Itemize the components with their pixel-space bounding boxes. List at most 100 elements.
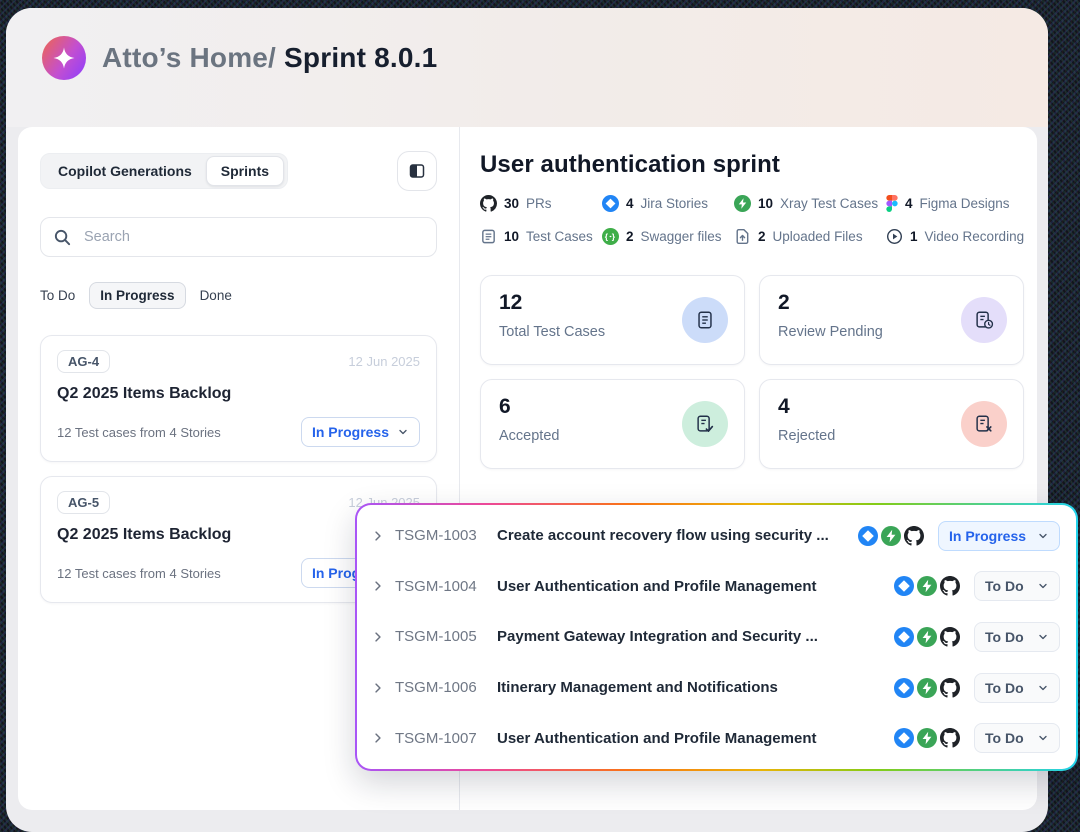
story-status-dropdown[interactable]: To Do [974, 622, 1060, 652]
stat-swagger-files: {} 2Swagger files [602, 228, 734, 245]
stat-prs: 30 PRs [480, 195, 602, 212]
xray-icon [917, 678, 937, 698]
chevron-down-icon [1037, 530, 1049, 542]
card-subtitle: 12 Test cases from 4 Stories [57, 425, 221, 440]
document-x-icon [961, 401, 1007, 447]
stat-count: 2 [758, 229, 766, 244]
story-key: TSGM-1006 [395, 679, 483, 696]
story-row-tsgm-1007[interactable]: TSGM-1007 User Authentication and Profil… [357, 714, 1076, 762]
chevron-down-icon [397, 426, 409, 438]
tab-sprints[interactable]: Sprints [206, 156, 284, 186]
story-status-dropdown[interactable]: To Do [974, 673, 1060, 703]
chevron-right-icon[interactable] [371, 529, 385, 543]
xray-icon [734, 195, 751, 212]
stat-count: 10 [504, 229, 519, 244]
chevron-down-icon [1037, 682, 1049, 694]
card-status-dropdown[interactable]: In Progress [301, 417, 420, 447]
review-pending-card: 2 Review Pending [759, 275, 1024, 365]
card-key-badge: AG-4 [57, 350, 110, 373]
story-title: Payment Gateway Integration and Security… [497, 628, 884, 645]
card-status-label: In Progress [312, 424, 389, 440]
story-source-icons [894, 728, 960, 748]
filter-in-progress[interactable]: In Progress [89, 282, 185, 309]
chevron-down-icon [1037, 631, 1049, 643]
accepted-card: 6 Accepted [480, 379, 745, 469]
sidebar-panel-icon [408, 162, 426, 180]
tab-copilot-generations[interactable]: Copilot Generations [44, 157, 206, 185]
sprint-card-ag-4[interactable]: AG-4 12 Jun 2025 Q2 2025 Items Backlog 1… [40, 335, 437, 462]
card-date: 12 Jun 2025 [348, 354, 420, 369]
stat-count: 10 [758, 196, 773, 211]
stat-xray-test-cases: 10Xray Test Cases [734, 195, 886, 212]
story-list-popover: TSGM-1003 Create account recovery flow u… [355, 503, 1078, 771]
stat-count: 1 [910, 229, 918, 244]
story-key: TSGM-1003 [395, 527, 483, 544]
stat-count: 4 [626, 196, 634, 211]
story-source-icons [894, 627, 960, 647]
jira-icon [894, 576, 914, 596]
swagger-icon: {} [602, 228, 619, 245]
stat-figma-designs: 4 Figma Designs [886, 195, 1024, 212]
chevron-right-icon[interactable] [371, 630, 385, 644]
xray-icon [917, 728, 937, 748]
stat-label: Video Recording [925, 229, 1025, 244]
story-title: User Authentication and Profile Manageme… [497, 730, 884, 747]
stat-label: PRs [526, 196, 552, 211]
github-icon [940, 576, 960, 596]
chevron-right-icon[interactable] [371, 731, 385, 745]
story-row-tsgm-1006[interactable]: TSGM-1006 Itinerary Management and Notif… [357, 664, 1076, 712]
stat-test-cases: 10Test Cases [480, 228, 602, 245]
uploaded-files-icon [734, 228, 751, 245]
status-filters: To Do In Progress Done [40, 281, 437, 309]
story-status-dropdown[interactable]: To Do [974, 571, 1060, 601]
jira-icon [602, 195, 619, 212]
atto-logo [42, 36, 86, 80]
collapse-sidebar-button[interactable] [397, 151, 437, 191]
story-row-tsgm-1003[interactable]: TSGM-1003 Create account recovery flow u… [357, 512, 1076, 560]
story-status-label: To Do [985, 680, 1024, 696]
search-icon [53, 228, 72, 247]
search-box [40, 217, 437, 257]
jira-icon [858, 526, 878, 546]
story-status-dropdown[interactable]: In Progress [938, 521, 1060, 551]
stat-video-recording: 1 Video Recording [886, 228, 1024, 245]
story-status-label: In Progress [949, 528, 1026, 544]
card-subtitle: 12 Test cases from 4 Stories [57, 566, 221, 581]
story-source-icons [894, 678, 960, 698]
stat-count: 4 [905, 196, 913, 211]
xray-icon [881, 526, 901, 546]
chevron-down-icon [1037, 580, 1049, 592]
page-title: Atto’s Home/Sprint 8.0.1 [102, 42, 437, 74]
story-source-icons [858, 526, 924, 546]
github-icon [940, 678, 960, 698]
story-source-icons [894, 576, 960, 596]
stat-count: 30 [504, 196, 519, 211]
sparkle-icon [50, 44, 78, 72]
search-input[interactable] [82, 228, 424, 246]
figma-icon [886, 195, 898, 212]
jira-icon [894, 627, 914, 647]
chevron-right-icon[interactable] [371, 579, 385, 593]
github-icon [480, 195, 497, 212]
card-title: Q2 2025 Items Backlog [57, 385, 420, 403]
story-row-tsgm-1004[interactable]: TSGM-1004 User Authentication and Profil… [357, 562, 1076, 610]
story-key: TSGM-1005 [395, 628, 483, 645]
filter-done[interactable]: Done [200, 288, 232, 303]
jira-icon [894, 678, 914, 698]
card-key-badge: AG-5 [57, 491, 110, 514]
test-cases-icon [480, 228, 497, 245]
story-status-dropdown[interactable]: To Do [974, 723, 1060, 753]
document-check-icon [682, 401, 728, 447]
stat-label: Figma Designs [920, 196, 1010, 211]
story-row-tsgm-1005[interactable]: TSGM-1005 Payment Gateway Integration an… [357, 613, 1076, 661]
chevron-down-icon [1037, 732, 1049, 744]
filter-todo[interactable]: To Do [40, 288, 75, 303]
video-recording-icon [886, 228, 903, 245]
story-key: TSGM-1004 [395, 578, 483, 595]
summary-cards: 12 Total Test Cases 2 Review Pending [480, 275, 1024, 469]
github-icon [940, 728, 960, 748]
chevron-right-icon[interactable] [371, 681, 385, 695]
sprint-title: User authentication sprint [480, 151, 1024, 179]
breadcrumb: Atto’s Home/ [102, 42, 276, 73]
stat-uploaded-files: 2Uploaded Files [734, 228, 886, 245]
